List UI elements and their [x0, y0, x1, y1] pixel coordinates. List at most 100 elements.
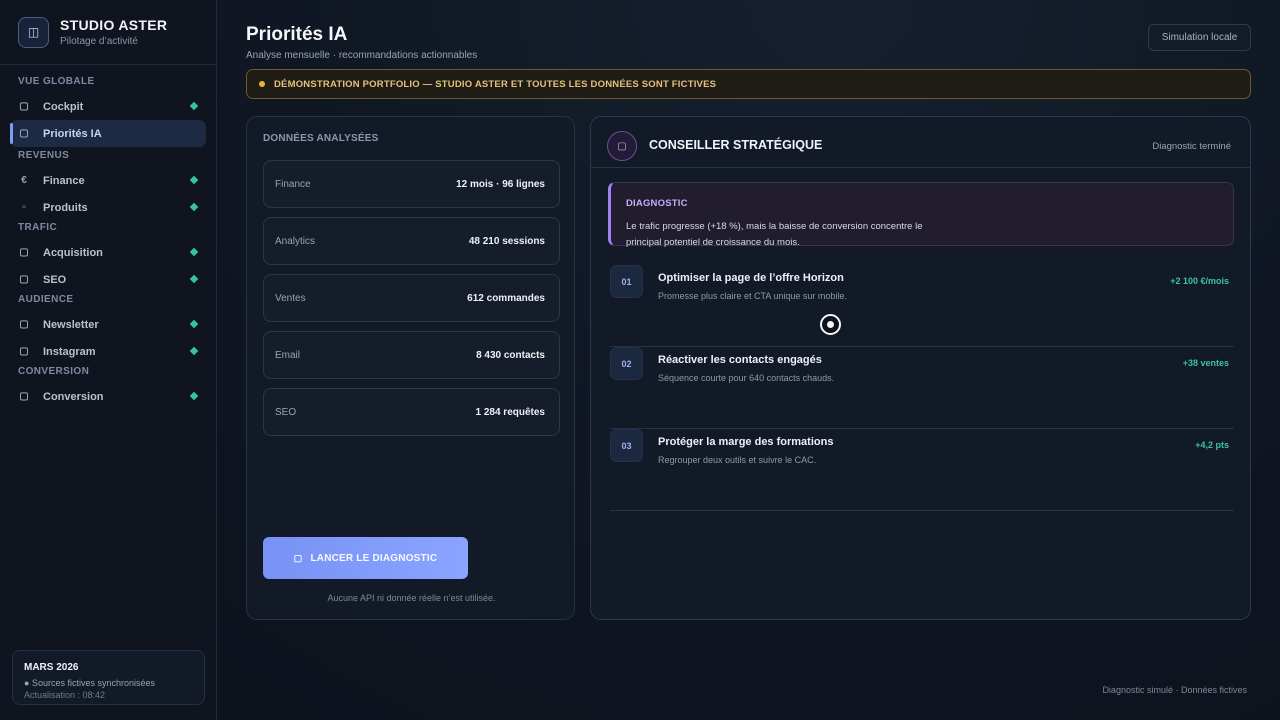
period-title: MARS 2026: [24, 662, 79, 673]
recommendation-title: Réactiver les contacts engagés: [658, 354, 822, 366]
period-card: MARS 2026 ● Sources fictives synchronisé…: [12, 650, 205, 705]
diagnostic-title: DIAGNOSTIC: [626, 198, 688, 209]
diagnostic-box: DIAGNOSTIC Le trafic progresse (+18 %), …: [608, 182, 1234, 248]
recommendation-item[interactable]: 03 Protéger la marge des formations Regr…: [610, 429, 1234, 511]
advisor-header: ▢ CONSEILLER STRATÉGIQUE Diagnostic term…: [591, 117, 1250, 168]
status-dot-icon: [189, 346, 199, 356]
recommendation-title: Optimiser la page de l’offre Horizon: [658, 272, 844, 284]
source-value: 12 mois · 96 lignes: [456, 178, 545, 190]
recommendation-item[interactable]: 01 Optimiser la page de l’offre Horizon …: [610, 265, 1234, 347]
source-row-email: Email 8 430 contacts: [263, 331, 560, 379]
box-icon: ▫: [22, 202, 26, 213]
simulation-button[interactable]: Simulation locale: [1148, 24, 1251, 51]
recommendation-title: Protéger la marge des formations: [658, 436, 834, 448]
mail-icon: ▢: [19, 319, 29, 330]
page-subtitle: Analyse mensuelle · recommandations acti…: [246, 50, 478, 61]
footer-note: Diagnostic simulé · Données fictives: [1102, 685, 1247, 695]
acquisition-icon: ▢: [19, 247, 29, 258]
recommendation-item[interactable]: 02 Réactiver les contacts engagés Séquen…: [610, 347, 1234, 429]
source-value: 8 430 contacts: [476, 349, 545, 361]
section-label-conversion: CONVERSION: [18, 366, 90, 377]
recommendation-gain: +2 100 €/mois: [1170, 276, 1229, 286]
section-label-vue-globale: VUE GLOBALE: [18, 76, 95, 87]
banner-text: DÉMONSTRATION PORTFOLIO — STUDIO ASTER E…: [274, 78, 717, 90]
sidebar-item-label: SEO: [43, 273, 67, 286]
brand-header: ◫ STUDIO ASTER Pilotage d’activité: [0, 0, 216, 65]
launch-diagnostic-button[interactable]: ▢ LANCER LE DIAGNOSTIC: [263, 537, 468, 579]
source-row-analytics: Analytics 48 210 sessions: [263, 217, 560, 265]
sidebar-item-finance[interactable]: € Finance: [10, 167, 206, 194]
sidebar-item-conversion[interactable]: ▢ Conversion: [10, 383, 206, 410]
sidebar-item-label: Acquisition: [43, 246, 103, 259]
status-dot-icon: [189, 175, 199, 185]
brand-name: STUDIO ASTER: [60, 17, 168, 33]
warning-dot-icon: [259, 81, 265, 87]
diagnostic-text: Le trafic progresse (+18 %), mais la bai…: [626, 221, 923, 248]
recommendation-number: 02: [610, 347, 643, 380]
status-dot-icon: [189, 247, 199, 257]
sidebar-item-label: Newsletter: [43, 318, 99, 331]
dashboard-icon: ▢: [19, 101, 29, 112]
recommendation-desc: Regrouper deux outils et suivre le CAC.: [658, 455, 817, 465]
last-update: Actualisation : 08:42: [24, 690, 106, 700]
source-row-finance: Finance 12 mois · 96 lignes: [263, 160, 560, 208]
sidebar-item-label: Priorités IA: [43, 127, 102, 140]
sidebar-item-priorites-ia[interactable]: ▢ Priorités IA: [10, 120, 206, 147]
source-label: Ventes: [275, 292, 306, 304]
sidebar-item-produits[interactable]: ▫ Produits: [10, 194, 206, 221]
sidebar-item-cockpit[interactable]: ▢ Cockpit: [10, 93, 206, 120]
recommendation-number: 03: [610, 429, 643, 462]
sidebar-item-label: Instagram: [43, 345, 96, 358]
recommendation-desc: Séquence courte pour 640 contacts chauds…: [658, 373, 835, 383]
sidebar-item-label: Produits: [43, 201, 88, 214]
data-panel: DONNÉES ANALYSÉES Finance 12 mois · 96 li…: [246, 116, 575, 620]
status-dot-icon: [189, 319, 199, 329]
advisor-status: Diagnostic terminé: [1152, 141, 1231, 152]
sidebar: ◫ STUDIO ASTER Pilotage d’activité VUE G…: [0, 0, 217, 720]
sidebar-item-label: Cockpit: [43, 100, 84, 113]
sidebar-item-label: Finance: [43, 174, 85, 187]
status-dot-icon: [189, 202, 199, 212]
source-row-seo: SEO 1 284 requêtes: [263, 388, 560, 436]
status-dot-icon: [189, 391, 199, 401]
section-label-trafic: TRAFIC: [18, 222, 58, 233]
status-dot-icon: [189, 101, 199, 111]
euro-icon: €: [21, 175, 27, 186]
source-label: Finance: [275, 178, 311, 190]
demo-banner: DÉMONSTRATION PORTFOLIO — STUDIO ASTER E…: [246, 69, 1251, 99]
source-label: Email: [275, 349, 301, 361]
sparkle-icon: ▢: [293, 552, 303, 563]
recommendation-number: 01: [610, 265, 643, 298]
status-dot-icon: [189, 274, 199, 284]
sidebar-item-seo[interactable]: ▢ SEO: [10, 266, 206, 293]
source-value: 1 284 requêtes: [475, 406, 546, 418]
sidebar-item-acquisition[interactable]: ▢ Acquisition: [10, 239, 206, 266]
privacy-note: Aucune API ni donnée réelle n’est utilis…: [327, 593, 496, 603]
page-title: Priorités IA: [246, 24, 348, 45]
launch-diagnostic-label: LANCER LE DIAGNOSTIC: [310, 552, 438, 564]
sidebar-item-label: Conversion: [43, 390, 104, 403]
source-label: Analytics: [275, 235, 316, 247]
sidebar-item-newsletter[interactable]: ▢ Newsletter: [10, 311, 206, 338]
recommendation-gain: +4,2 pts: [1195, 440, 1229, 450]
advisor-panel: ▢ CONSEILLER STRATÉGIQUE Diagnostic term…: [590, 116, 1251, 620]
recommendation-gain: +38 ventes: [1182, 358, 1229, 368]
logo-icon: ◫: [18, 16, 49, 48]
section-label-audience: AUDIENCE: [18, 294, 74, 305]
conversion-icon: ▢: [19, 391, 29, 402]
source-value: 48 210 sessions: [468, 235, 545, 247]
source-row-ventes: Ventes 612 commandes: [263, 274, 560, 322]
source-label: SEO: [275, 406, 297, 418]
source-value: 612 commandes: [467, 292, 545, 304]
recommendation-desc: Promesse plus claire et CTA unique sur m…: [658, 291, 847, 301]
section-label-revenus: REVENUS: [18, 150, 70, 161]
advisor-icon: ▢: [607, 131, 637, 161]
advisor-title: CONSEILLER STRATÉGIQUE: [649, 138, 823, 152]
seo-icon: ▢: [19, 274, 29, 285]
sidebar-nav: VUE GLOBALE ▢ Cockpit ▢ Priorités IA REVEN…: [0, 65, 216, 410]
ai-icon: ▢: [19, 128, 29, 139]
instagram-icon: ▢: [19, 346, 29, 357]
mouse-cursor-icon: [820, 314, 841, 335]
sidebar-item-instagram[interactable]: ▢ Instagram: [10, 338, 206, 365]
data-panel-title: DONNÉES ANALYSÉES: [263, 133, 379, 144]
